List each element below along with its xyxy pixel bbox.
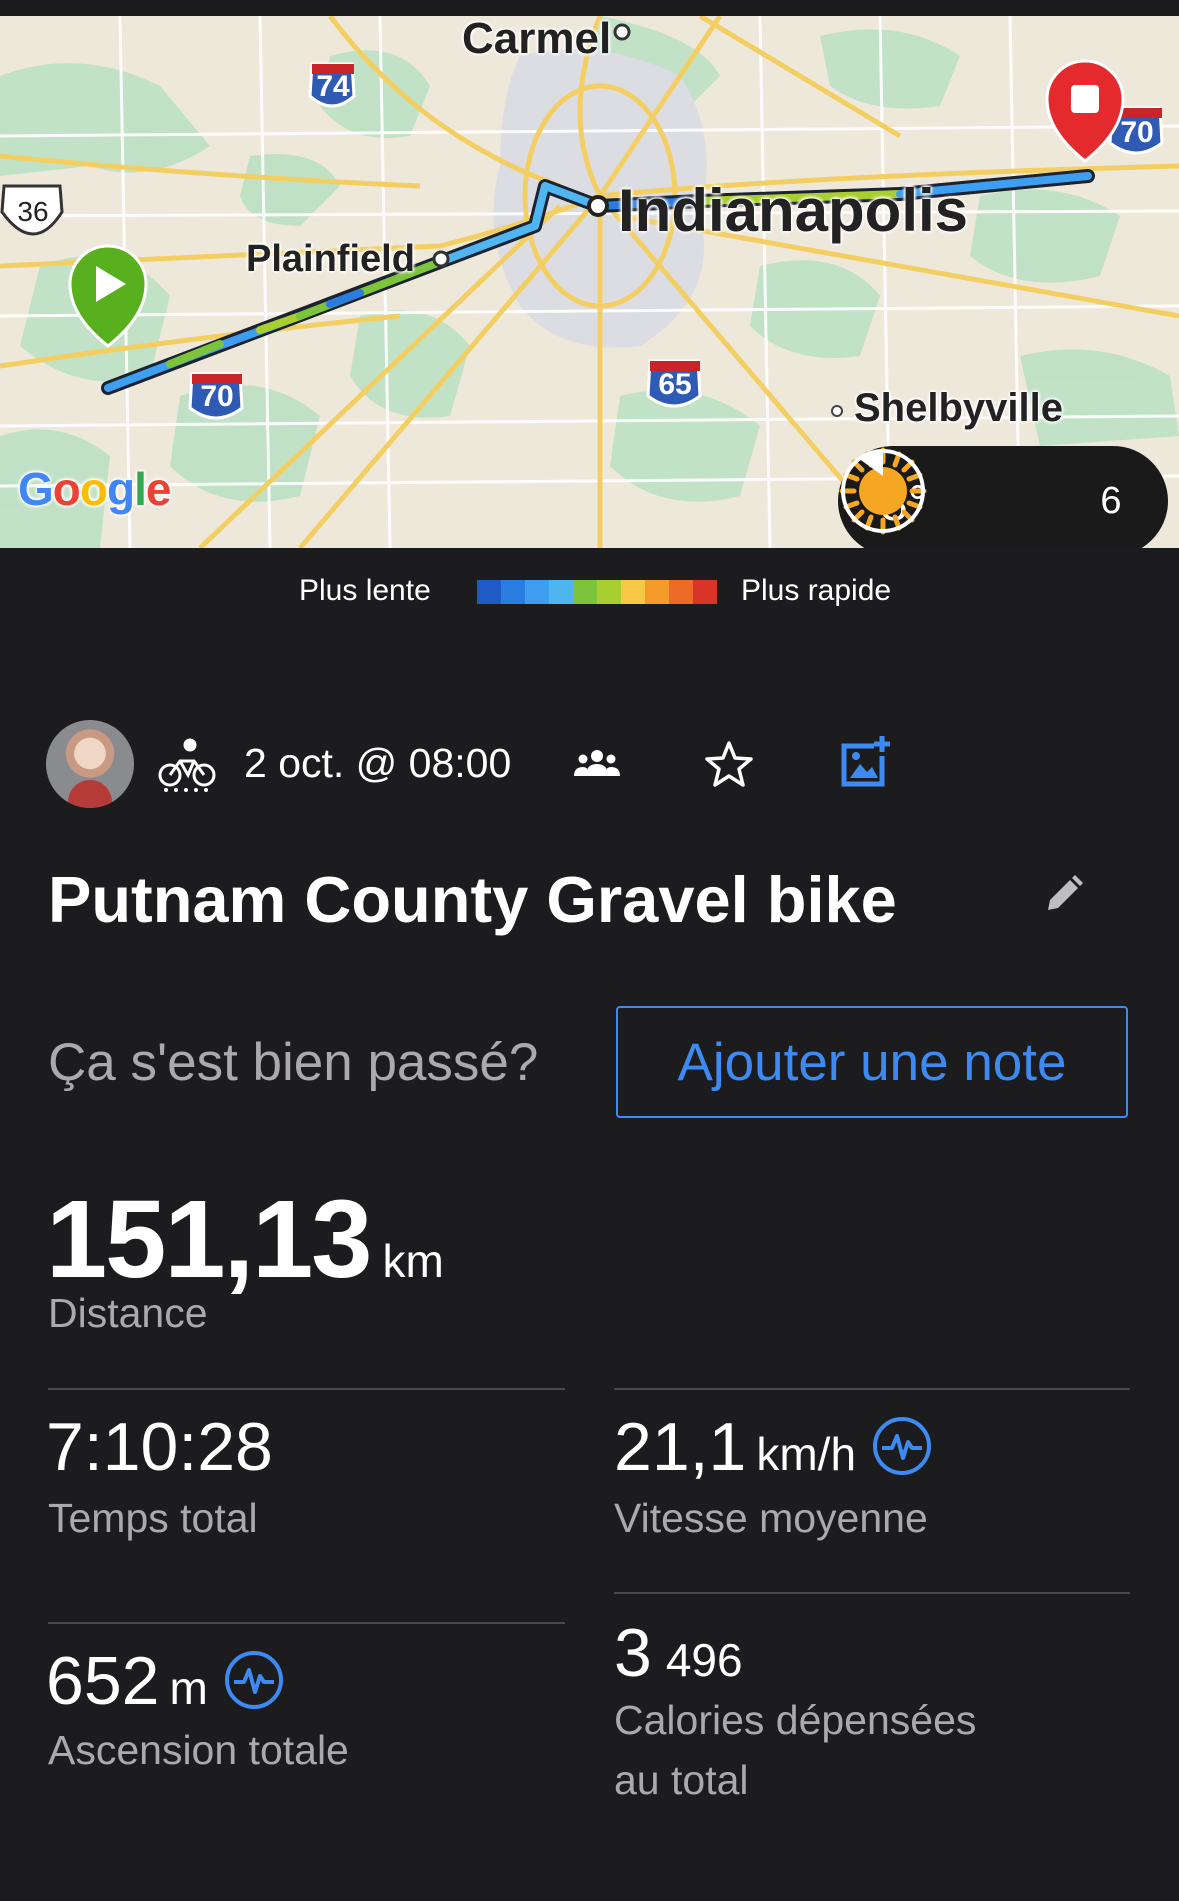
calories-label: Calories dépensées au total bbox=[614, 1690, 976, 1810]
divider bbox=[614, 1592, 1130, 1594]
total-time-number: 7:10:28 bbox=[46, 1409, 273, 1485]
cycling-icon bbox=[158, 738, 216, 792]
activity-title: Putnam County Gravel bike bbox=[48, 863, 897, 936]
legend-color-segment bbox=[549, 580, 573, 604]
distance-value: 151,13 km bbox=[46, 1176, 444, 1303]
legend-slow-label: Plus lente bbox=[299, 574, 431, 607]
ascent-label: Ascension totale bbox=[48, 1727, 349, 1773]
speed-gradient-bar bbox=[477, 580, 717, 604]
distance-number: 151,13 bbox=[46, 1178, 372, 1301]
divider bbox=[48, 1388, 565, 1390]
legend-color-segment bbox=[525, 580, 549, 604]
avg-speed-label: Vitesse moyenne bbox=[614, 1495, 928, 1541]
calories-value: 3 496 bbox=[614, 1614, 743, 1692]
i70-west-label: 70 bbox=[200, 380, 234, 413]
calories-number-big: 3 bbox=[614, 1615, 652, 1691]
legend-color-segment bbox=[693, 580, 717, 604]
legend-color-segment bbox=[477, 580, 501, 604]
map-label-indianapolis: Indianapolis bbox=[618, 177, 969, 244]
calories-number-small: 496 bbox=[665, 1634, 743, 1686]
route-map[interactable]: Carmel Indianapolis Plainfield Shelbyvil… bbox=[0, 16, 1179, 548]
map-label-shelbyville: Shelbyville bbox=[854, 386, 1063, 430]
speed-legend: Plus lente Plus rapide bbox=[0, 572, 1179, 612]
distance-unit: km bbox=[382, 1235, 444, 1287]
ascent-unit: m bbox=[169, 1662, 208, 1714]
legend-color-segment bbox=[597, 580, 621, 604]
legend-color-segment bbox=[501, 580, 525, 604]
calories-label-line2: au total bbox=[614, 1757, 749, 1803]
legend-color-segment bbox=[669, 580, 693, 604]
legend-color-segment bbox=[621, 580, 645, 604]
legend-fast-label: Plus rapide bbox=[741, 574, 892, 607]
map-label-plainfield: Plainfield bbox=[246, 238, 415, 280]
edit-pencil-icon[interactable] bbox=[1040, 872, 1086, 918]
us36-label: 36 bbox=[17, 196, 49, 227]
weather-badge: 8° 6 bbox=[838, 446, 1168, 548]
avg-speed-number: 21,1 bbox=[614, 1409, 747, 1485]
favorite-star-icon[interactable] bbox=[702, 738, 756, 792]
legend-color-segment bbox=[645, 580, 669, 604]
people-icon[interactable] bbox=[574, 746, 620, 782]
chart-pulse-icon[interactable] bbox=[224, 1650, 284, 1710]
divider bbox=[614, 1388, 1130, 1390]
i70-east-label: 70 bbox=[1120, 116, 1154, 149]
feel-prompt: Ça s'est bien passé? bbox=[48, 1033, 539, 1092]
map-label-carmel: Carmel bbox=[462, 16, 612, 63]
ascent-number: 652 bbox=[46, 1643, 160, 1719]
google-attribution: Google bbox=[18, 463, 171, 515]
avatar[interactable] bbox=[46, 720, 134, 808]
status-bar bbox=[0, 0, 1179, 16]
wind-speed: 6 bbox=[1100, 480, 1122, 522]
ascent-value: 652 m bbox=[46, 1642, 284, 1720]
total-time-label: Temps total bbox=[48, 1495, 258, 1541]
add-note-button[interactable]: Ajouter une note bbox=[616, 1006, 1128, 1118]
wind-direction-icon bbox=[841, 449, 925, 533]
activity-date: 2 oct. @ 08:00 bbox=[244, 740, 512, 786]
chart-pulse-icon[interactable] bbox=[872, 1416, 932, 1476]
add-photo-icon[interactable] bbox=[836, 734, 892, 790]
divider bbox=[48, 1622, 565, 1624]
total-time-value: 7:10:28 bbox=[46, 1408, 273, 1486]
distance-label: Distance bbox=[48, 1290, 208, 1336]
avg-speed-unit: km/h bbox=[756, 1428, 857, 1480]
calories-label-line1: Calories dépensées bbox=[614, 1697, 977, 1743]
legend-color-segment bbox=[573, 580, 597, 604]
avg-speed-value: 21,1 km/h bbox=[614, 1408, 932, 1486]
i65-label: 65 bbox=[658, 368, 692, 401]
i74-label: 74 bbox=[316, 70, 350, 103]
